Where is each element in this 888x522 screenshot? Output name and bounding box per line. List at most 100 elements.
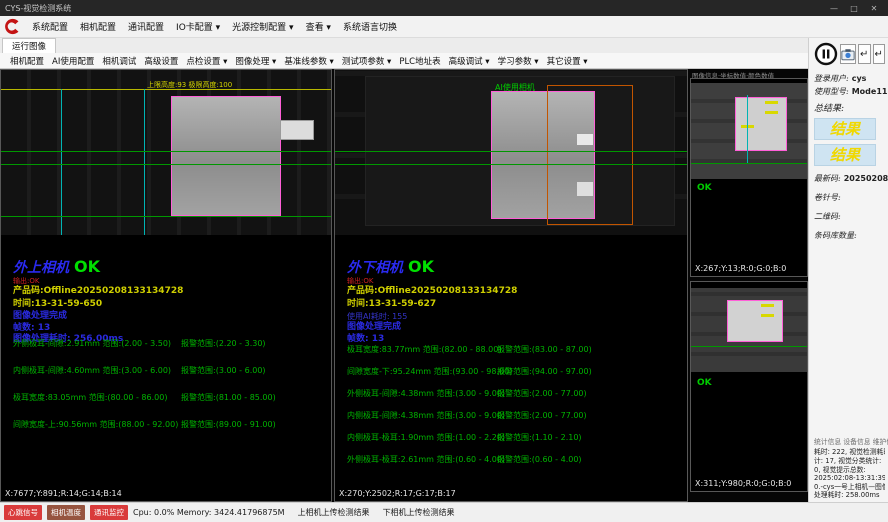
pixel-coordinate-readout: X:7677;Y:891;R:14;G:14;B:14	[5, 489, 122, 498]
alarm-range: 报警范围:(2.20 - 3.30)	[181, 338, 266, 365]
measure-line-green	[691, 163, 807, 164]
alarm-range: 报警范围:(2.00 - 77.00)	[497, 388, 587, 410]
measurement-value: 间隙宽度-下:95.24mm 范围:(93.00 - 98.00)	[347, 366, 497, 388]
toolbar-item[interactable]: 图像处理 ▾	[231, 54, 280, 68]
stats-header: 统计信息 设备信息 维护信息	[814, 438, 885, 447]
toolbar-item[interactable]: PLC地址表	[395, 54, 444, 68]
return-button-1[interactable]: ↵	[858, 44, 871, 64]
result-ok-badge: OK	[697, 378, 712, 388]
camera-panel-upper-outer: 上限高度:93 极限高度:100 外上相机OK 输出:OK 产品码:Offlin…	[0, 69, 332, 502]
measure-line-green	[1, 216, 331, 217]
return-button-2[interactable]: ↵	[873, 44, 886, 64]
result-box-1: 结果	[814, 118, 876, 140]
measure-line-green	[691, 346, 807, 347]
measure-line-green	[1, 151, 331, 152]
toolbar-item[interactable]: 测试项参数 ▾	[338, 54, 395, 68]
toolbar-item[interactable]: 基准线参数 ▾	[280, 54, 337, 68]
menu-item[interactable]: 相机配置	[74, 18, 122, 35]
comm-monitor-badge[interactable]: 通讯监控	[90, 505, 128, 520]
menu-item[interactable]: 通讯配置	[122, 18, 170, 35]
measurement-value: 内侧极耳-间隙:4.38mm 范围:(3.00 - 9.00)	[347, 410, 497, 432]
menu-items: 系统配置相机配置通讯配置IO卡配置 ▾光源控制配置 ▾查看 ▾系统语言切换	[26, 18, 403, 35]
status-bar: 心跳信号 相机温度 通讯监控 Cpu: 0.0% Memory: 3424.41…	[0, 502, 888, 522]
toolbar-item[interactable]: 学习参数 ▾	[494, 54, 543, 68]
measurement-callout	[761, 304, 774, 307]
menu-item[interactable]: 光源控制配置 ▾	[226, 18, 299, 35]
camera-image-4[interactable]	[691, 288, 807, 372]
alarm-range: 报警范围:(81.00 - 85.00)	[181, 392, 276, 419]
camera-title: 外下相机	[347, 260, 403, 276]
measure-line-cyan	[747, 95, 748, 163]
measurement-value: 内侧极耳-极耳:1.90mm 范围:(1.00 - 2.20)	[347, 432, 497, 454]
lower-camera-upload-status: 下相机上传检测结果	[383, 507, 455, 518]
measure-line-green	[335, 151, 687, 152]
measurement-value: 极耳宽度:83.05mm 范围:(80.00 - 86.00)	[13, 392, 181, 419]
return-icon: ↵	[875, 49, 883, 60]
measurement-list: 外侧极耳-间隙:2.91mm 范围:(2.00 - 3.50) 报警范围:(2.…	[13, 338, 329, 446]
result-ok-badge: OK	[408, 257, 434, 276]
ai-elapsed: 使用AI耗时: 155	[347, 311, 683, 322]
measurement-row: 外侧极耳-间隙:4.38mm 范围:(3.00 - 9.00) 报警范围:(2.…	[347, 388, 685, 410]
measure-line-cyan	[61, 89, 62, 235]
model-label: 使用型号:	[814, 85, 849, 98]
login-user-row: 登录用户: cys	[814, 72, 885, 85]
minimize-button[interactable]: —	[825, 4, 843, 13]
alarm-range: 报警范围:(0.60 - 4.00)	[497, 454, 582, 476]
barcode-row: 条码库数量:	[814, 229, 885, 242]
measure-line-green	[1, 164, 331, 165]
measurement-list: 极耳宽度:83.77mm 范围:(82.00 - 88.00) 报警范围:(83…	[347, 344, 685, 476]
result-text-block: 外下相机OK 输出:OK 产品码:Offline2025020813313472…	[347, 258, 683, 345]
menu-item[interactable]: IO卡配置 ▾	[170, 18, 226, 35]
heartbeat-badge[interactable]: 心跳信号	[4, 505, 42, 520]
reflective-tab	[577, 134, 593, 145]
tab-run-image[interactable]: 运行图像	[2, 38, 56, 53]
model-row: 使用型号: Mode11	[814, 85, 885, 98]
toolbar-item[interactable]: 高级调试 ▾	[445, 54, 494, 68]
latest-code-label: 最新码:	[814, 172, 841, 185]
measurement-callout	[765, 101, 778, 104]
window-controls: — □ ✕	[825, 4, 883, 13]
camera-temp-badge[interactable]: 相机温度	[47, 505, 85, 520]
measurement-callout	[761, 314, 774, 317]
aux-camera-column: 图像信息·坐标数值·颜色数值 OK X:267;Y:13;R:0;G:0;B:0	[690, 69, 808, 502]
detected-part	[171, 96, 281, 216]
result-ok-badge: OK	[74, 257, 100, 276]
detected-part	[735, 97, 787, 151]
stats-line: 0, 视觉提示总数:	[814, 466, 885, 475]
camera-icon	[841, 48, 855, 61]
menu-item[interactable]: 查看 ▾	[300, 18, 337, 35]
measurement-value: 间隙宽度-上:90.56mm 范围:(88.00 - 92.00)	[13, 419, 181, 446]
camera-image-1[interactable]: 上限高度:93 极限高度:100	[1, 70, 331, 235]
maximize-button[interactable]: □	[845, 4, 863, 13]
camera-panel-aux-top: OK X:267;Y:13;R:0;G:0;B:0	[690, 78, 808, 277]
snapshot-button[interactable]	[840, 44, 856, 64]
menu-item[interactable]: 系统语言切换	[337, 18, 403, 35]
model-value: Mode11	[852, 85, 888, 98]
capture-time: 时间:13-31-59-650	[13, 298, 327, 311]
camera-panel-lower-outer: AI使用相机 外下相机OK 输出:OK 产品码:Offline202502081…	[334, 69, 688, 502]
close-button[interactable]: ✕	[865, 4, 883, 13]
toolbar-item[interactable]: 相机调试	[98, 54, 140, 68]
toolbar-item[interactable]: 点检设置 ▾	[182, 54, 231, 68]
sidebar: ↵ ↵ 登录用户: cys 使用型号: Mode11 总结果: 结果 结果 最新…	[808, 38, 888, 502]
toolbar-item[interactable]: 高级设置	[140, 54, 182, 68]
pause-button[interactable]	[814, 42, 838, 66]
toolbar-item[interactable]: 相机配置	[6, 54, 48, 68]
frame-count: 帧数: 13	[13, 323, 327, 335]
part-connector	[280, 120, 314, 140]
barcode-count-label: 条码库数量:	[814, 229, 857, 242]
toolbar: 相机配置AI使用配置相机调试高级设置点检设置 ▾图像处理 ▾基准线参数 ▾测试项…	[0, 53, 808, 69]
roi-label: 上限高度:93 极限高度:100	[147, 80, 232, 90]
measurement-value: 内侧极耳-间隙:4.60mm 范围:(3.00 - 6.00)	[13, 365, 181, 392]
result-ok-badge: OK	[697, 183, 712, 193]
camera-image-2[interactable]: AI使用相机	[335, 70, 687, 235]
menu-item[interactable]: 系统配置	[26, 18, 74, 35]
toolbar-item[interactable]: 其它设置 ▾	[543, 54, 592, 68]
alarm-range: 报警范围:(83.00 - 87.00)	[497, 344, 592, 366]
qr-label: 二维码:	[814, 210, 841, 223]
login-user-value: cys	[852, 72, 867, 85]
camera-image-3[interactable]	[691, 83, 807, 179]
detected-part	[727, 300, 783, 342]
toolbar-item[interactable]: AI使用配置	[48, 54, 98, 68]
camera-panel-aux-bottom: OK X:311;Y:980;R:0;G:0;B:0	[690, 281, 808, 492]
